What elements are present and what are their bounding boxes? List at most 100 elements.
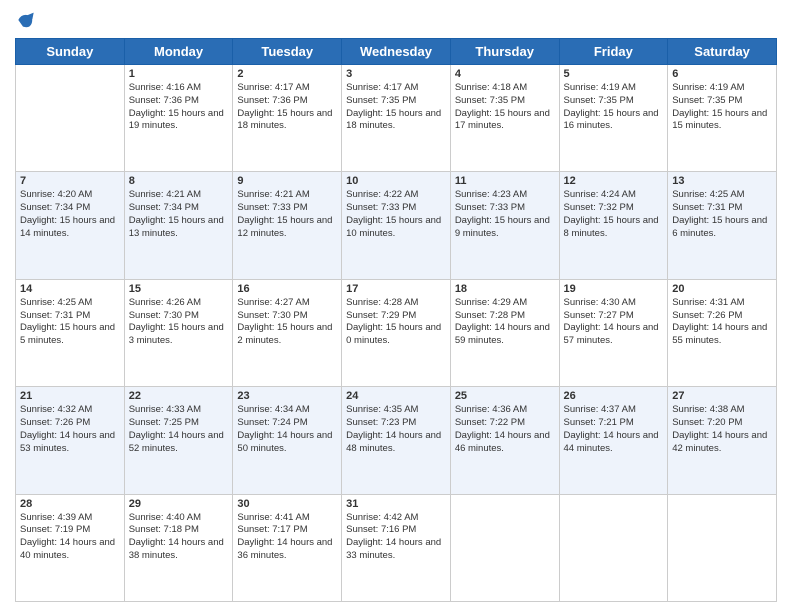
day-header-tuesday: Tuesday <box>233 39 342 65</box>
day-cell: 31Sunrise: 4:42 AMSunset: 7:16 PMDayligh… <box>342 494 451 601</box>
day-cell: 6 Sunrise: 4:19 AMSunset: 7:35 PMDaylight… <box>668 65 777 172</box>
day-number: 25 <box>455 390 555 402</box>
day-cell: 24 Sunrise: 4:35 AMSunset: 7:23 PMDayligh… <box>342 387 451 494</box>
day-cell: 13 Sunrise: 4:25 AMSunset: 7:31 PMDayligh… <box>668 172 777 279</box>
day-info: Sunrise: 4:21 AMSunset: 7:34 PMDaylight:… <box>129 189 229 240</box>
day-number: 21 <box>20 390 120 402</box>
day-number: 8 <box>129 175 229 187</box>
day-number: 27 <box>672 390 772 402</box>
header-row: SundayMondayTuesdayWednesdayThursdayFrid… <box>16 39 777 65</box>
day-number: 23 <box>237 390 337 402</box>
day-number: 4 <box>455 68 555 80</box>
day-info: Sunrise: 4:32 AMSunset: 7:26 PMDaylight:… <box>20 404 120 455</box>
day-info: Sunrise: 4:18 AMSunset: 7:35 PMDaylight:… <box>455 82 555 133</box>
day-info: Sunrise: 4:30 AMSunset: 7:27 PMDaylight:… <box>564 297 664 348</box>
week-row-4: 21 Sunrise: 4:32 AMSunset: 7:26 PMDayligh… <box>16 387 777 494</box>
logo <box>15 10 39 30</box>
day-number: 30 <box>237 498 337 510</box>
header <box>15 10 777 30</box>
day-cell: 30 Sunrise: 4:41 AMSunset: 7:17 PMDayligh… <box>233 494 342 601</box>
day-info: Sunrise: 4:17 AMSunset: 7:35 PMDaylight:… <box>346 82 446 133</box>
day-info: Sunrise: 4:23 AMSunset: 7:33 PMDaylight:… <box>455 189 555 240</box>
day-cell <box>559 494 668 601</box>
day-cell <box>450 494 559 601</box>
day-info: Sunrise: 4:39 AMSunset: 7:19 PMDaylight:… <box>20 512 120 563</box>
day-cell: 4 Sunrise: 4:18 AMSunset: 7:35 PMDaylight… <box>450 65 559 172</box>
day-info: Sunrise: 4:34 AMSunset: 7:24 PMDaylight:… <box>237 404 337 455</box>
day-info: Sunrise: 4:25 AMSunset: 7:31 PMDaylight:… <box>672 189 772 240</box>
day-cell: 10 Sunrise: 4:22 AMSunset: 7:33 PMDayligh… <box>342 172 451 279</box>
day-number: 20 <box>672 283 772 295</box>
day-info: Sunrise: 4:28 AMSunset: 7:29 PMDaylight:… <box>346 297 446 348</box>
day-number: 28 <box>20 498 120 510</box>
day-cell: 14 Sunrise: 4:25 AMSunset: 7:31 PMDayligh… <box>16 279 125 386</box>
day-number: 16 <box>237 283 337 295</box>
day-cell: 25 Sunrise: 4:36 AMSunset: 7:22 PMDayligh… <box>450 387 559 494</box>
week-row-3: 14 Sunrise: 4:25 AMSunset: 7:31 PMDayligh… <box>16 279 777 386</box>
day-info: Sunrise: 4:22 AMSunset: 7:33 PMDaylight:… <box>346 189 446 240</box>
day-info: Sunrise: 4:25 AMSunset: 7:31 PMDaylight:… <box>20 297 120 348</box>
day-number: 24 <box>346 390 446 402</box>
day-cell: 29Sunrise: 4:40 AMSunset: 7:18 PMDayligh… <box>124 494 233 601</box>
day-cell: 27 Sunrise: 4:38 AMSunset: 7:20 PMDayligh… <box>668 387 777 494</box>
day-cell: 20Sunrise: 4:31 AMSunset: 7:26 PMDayligh… <box>668 279 777 386</box>
day-info: Sunrise: 4:37 AMSunset: 7:21 PMDaylight:… <box>564 404 664 455</box>
day-cell: 8 Sunrise: 4:21 AMSunset: 7:34 PMDaylight… <box>124 172 233 279</box>
day-info: Sunrise: 4:29 AMSunset: 7:28 PMDaylight:… <box>455 297 555 348</box>
day-info: Sunrise: 4:27 AMSunset: 7:30 PMDaylight:… <box>237 297 337 348</box>
day-number: 22 <box>129 390 229 402</box>
day-cell: 21 Sunrise: 4:32 AMSunset: 7:26 PMDayligh… <box>16 387 125 494</box>
day-number: 26 <box>564 390 664 402</box>
day-info: Sunrise: 4:35 AMSunset: 7:23 PMDaylight:… <box>346 404 446 455</box>
day-info: Sunrise: 4:20 AMSunset: 7:34 PMDaylight:… <box>20 189 120 240</box>
day-cell: 22 Sunrise: 4:33 AMSunset: 7:25 PMDayligh… <box>124 387 233 494</box>
day-number: 19 <box>564 283 664 295</box>
day-cell: 16 Sunrise: 4:27 AMSunset: 7:30 PMDayligh… <box>233 279 342 386</box>
day-number: 10 <box>346 175 446 187</box>
day-number: 12 <box>564 175 664 187</box>
day-cell: 17 Sunrise: 4:28 AMSunset: 7:29 PMDayligh… <box>342 279 451 386</box>
day-header-thursday: Thursday <box>450 39 559 65</box>
day-cell: 5 Sunrise: 4:19 AMSunset: 7:35 PMDaylight… <box>559 65 668 172</box>
day-number: 9 <box>237 175 337 187</box>
day-cell: 2 Sunrise: 4:17 AMSunset: 7:36 PMDaylight… <box>233 65 342 172</box>
day-cell: 9Sunrise: 4:21 AMSunset: 7:33 PMDaylight… <box>233 172 342 279</box>
day-number: 3 <box>346 68 446 80</box>
day-number: 18 <box>455 283 555 295</box>
day-number: 17 <box>346 283 446 295</box>
day-cell: 28 Sunrise: 4:39 AMSunset: 7:19 PMDayligh… <box>16 494 125 601</box>
day-info: Sunrise: 4:41 AMSunset: 7:17 PMDaylight:… <box>237 512 337 563</box>
day-info: Sunrise: 4:19 AMSunset: 7:35 PMDaylight:… <box>564 82 664 133</box>
day-cell: 3 Sunrise: 4:17 AMSunset: 7:35 PMDaylight… <box>342 65 451 172</box>
day-cell <box>16 65 125 172</box>
day-cell: 11 Sunrise: 4:23 AMSunset: 7:33 PMDayligh… <box>450 172 559 279</box>
day-info: Sunrise: 4:33 AMSunset: 7:25 PMDaylight:… <box>129 404 229 455</box>
day-number: 29 <box>129 498 229 510</box>
day-header-wednesday: Wednesday <box>342 39 451 65</box>
day-info: Sunrise: 4:42 AMSunset: 7:16 PMDaylight:… <box>346 512 446 563</box>
day-number: 5 <box>564 68 664 80</box>
day-number: 11 <box>455 175 555 187</box>
day-number: 1 <box>129 68 229 80</box>
day-cell: 7Sunrise: 4:20 AMSunset: 7:34 PMDaylight… <box>16 172 125 279</box>
calendar-table: SundayMondayTuesdayWednesdayThursdayFrid… <box>15 38 777 602</box>
day-number: 6 <box>672 68 772 80</box>
day-number: 2 <box>237 68 337 80</box>
day-number: 13 <box>672 175 772 187</box>
day-cell: 1 Sunrise: 4:16 AMSunset: 7:36 PMDaylight… <box>124 65 233 172</box>
day-cell: 12Sunrise: 4:24 AMSunset: 7:32 PMDayligh… <box>559 172 668 279</box>
day-number: 14 <box>20 283 120 295</box>
week-row-2: 7Sunrise: 4:20 AMSunset: 7:34 PMDaylight… <box>16 172 777 279</box>
day-header-friday: Friday <box>559 39 668 65</box>
day-cell: 19 Sunrise: 4:30 AMSunset: 7:27 PMDayligh… <box>559 279 668 386</box>
logo-icon <box>15 10 35 30</box>
page: SundayMondayTuesdayWednesdayThursdayFrid… <box>0 0 792 612</box>
day-cell <box>668 494 777 601</box>
day-info: Sunrise: 4:17 AMSunset: 7:36 PMDaylight:… <box>237 82 337 133</box>
day-cell: 15Sunrise: 4:26 AMSunset: 7:30 PMDayligh… <box>124 279 233 386</box>
day-info: Sunrise: 4:36 AMSunset: 7:22 PMDaylight:… <box>455 404 555 455</box>
day-info: Sunrise: 4:38 AMSunset: 7:20 PMDaylight:… <box>672 404 772 455</box>
day-info: Sunrise: 4:16 AMSunset: 7:36 PMDaylight:… <box>129 82 229 133</box>
week-row-5: 28 Sunrise: 4:39 AMSunset: 7:19 PMDayligh… <box>16 494 777 601</box>
day-info: Sunrise: 4:19 AMSunset: 7:35 PMDaylight:… <box>672 82 772 133</box>
